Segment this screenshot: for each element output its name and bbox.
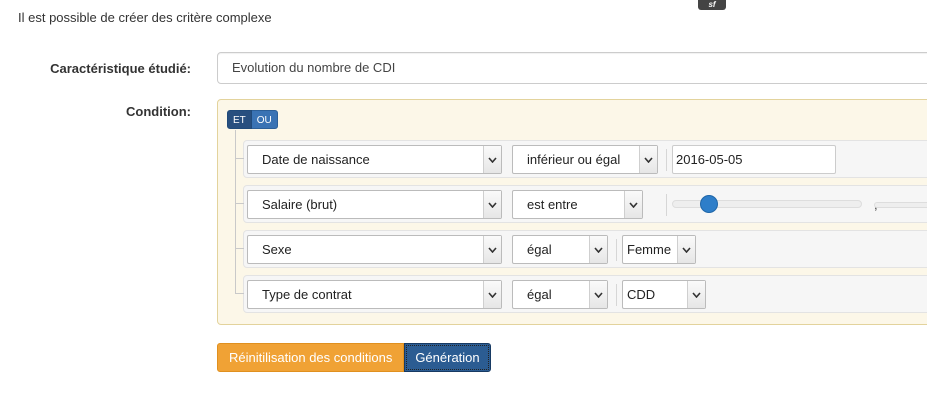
intro-text: Il est possible de créer des critère com… — [18, 10, 272, 25]
chevron-down-icon — [589, 236, 607, 263]
chevron-down-icon — [483, 236, 501, 263]
rule-operator-select[interactable]: inférieur ou égal — [512, 145, 658, 174]
chevron-down-icon — [639, 146, 657, 173]
rule-operator-value: égal — [527, 287, 552, 302]
rule-row: Date de naissance inférieur ou égal 2016… — [235, 140, 927, 178]
chevron-down-icon — [483, 146, 501, 173]
chevron-down-icon — [483, 281, 501, 308]
rule-field-select[interactable]: Salaire (brut) — [247, 190, 502, 219]
rule-field-select[interactable]: Type de contrat — [247, 280, 502, 309]
rule-separator — [616, 239, 617, 261]
rule-field-value: Date de naissance — [262, 152, 370, 167]
chevron-down-icon — [589, 281, 607, 308]
chevron-down-icon — [687, 281, 705, 308]
rule-field-value: Salaire (brut) — [262, 197, 338, 212]
rule-separator — [666, 194, 667, 216]
reset-conditions-button[interactable]: Réinitilisation des conditions — [217, 343, 405, 372]
conjunction-or-button[interactable]: OU — [251, 110, 278, 129]
rule-row: Salaire (brut) est entre , — [235, 185, 927, 223]
rule-field-value: Sexe — [262, 242, 292, 257]
salary-slider-handle[interactable] — [700, 195, 718, 213]
rule-date-input[interactable]: 2016-05-05 — [672, 145, 836, 174]
rule-operator-value: inférieur ou égal — [527, 152, 621, 167]
rule-operator-select[interactable]: est entre — [512, 190, 643, 219]
rule-value-select[interactable]: Femme — [622, 235, 696, 264]
rule-operator-select[interactable]: égal — [512, 235, 608, 264]
query-builder-panel: ET OU Date de naissance inférieur ou éga… — [217, 99, 927, 325]
rule-separator — [666, 149, 667, 171]
conjunction-group: ET OU — [227, 110, 278, 129]
generate-button[interactable]: Génération — [404, 343, 491, 372]
rule-tree-line — [235, 130, 236, 293]
rule-field-value: Type de contrat — [262, 287, 352, 302]
rule-operator-value: égal — [527, 242, 552, 257]
salary-slider-max-track[interactable] — [874, 202, 927, 208]
conjunction-and-button[interactable]: ET — [227, 110, 252, 129]
chevron-down-icon — [624, 191, 642, 218]
chevron-down-icon — [483, 191, 501, 218]
rule-operator-value: est entre — [527, 197, 578, 212]
rule-value-text: CDD — [627, 287, 656, 302]
symfony-logo-icon: sf — [698, 0, 726, 10]
condition-label: Condition: — [126, 104, 191, 119]
rule-value-select[interactable]: CDD — [622, 280, 706, 309]
rule-row: Type de contrat égal CDD — [235, 275, 927, 313]
rule-separator — [616, 284, 617, 306]
rule-operator-select[interactable]: égal — [512, 280, 608, 309]
rule-field-select[interactable]: Date de naissance — [247, 145, 502, 174]
rule-field-select[interactable]: Sexe — [247, 235, 502, 264]
characteristic-label: Caractéristique étudié: — [50, 61, 191, 76]
characteristic-field[interactable]: Evolution du nombre de CDI — [217, 52, 927, 84]
rule-row: Sexe égal Femme — [235, 230, 927, 268]
action-buttons: Réinitilisation des conditions Génératio… — [217, 343, 491, 372]
rule-value-text: Femme — [627, 242, 672, 257]
chevron-down-icon — [677, 236, 695, 263]
